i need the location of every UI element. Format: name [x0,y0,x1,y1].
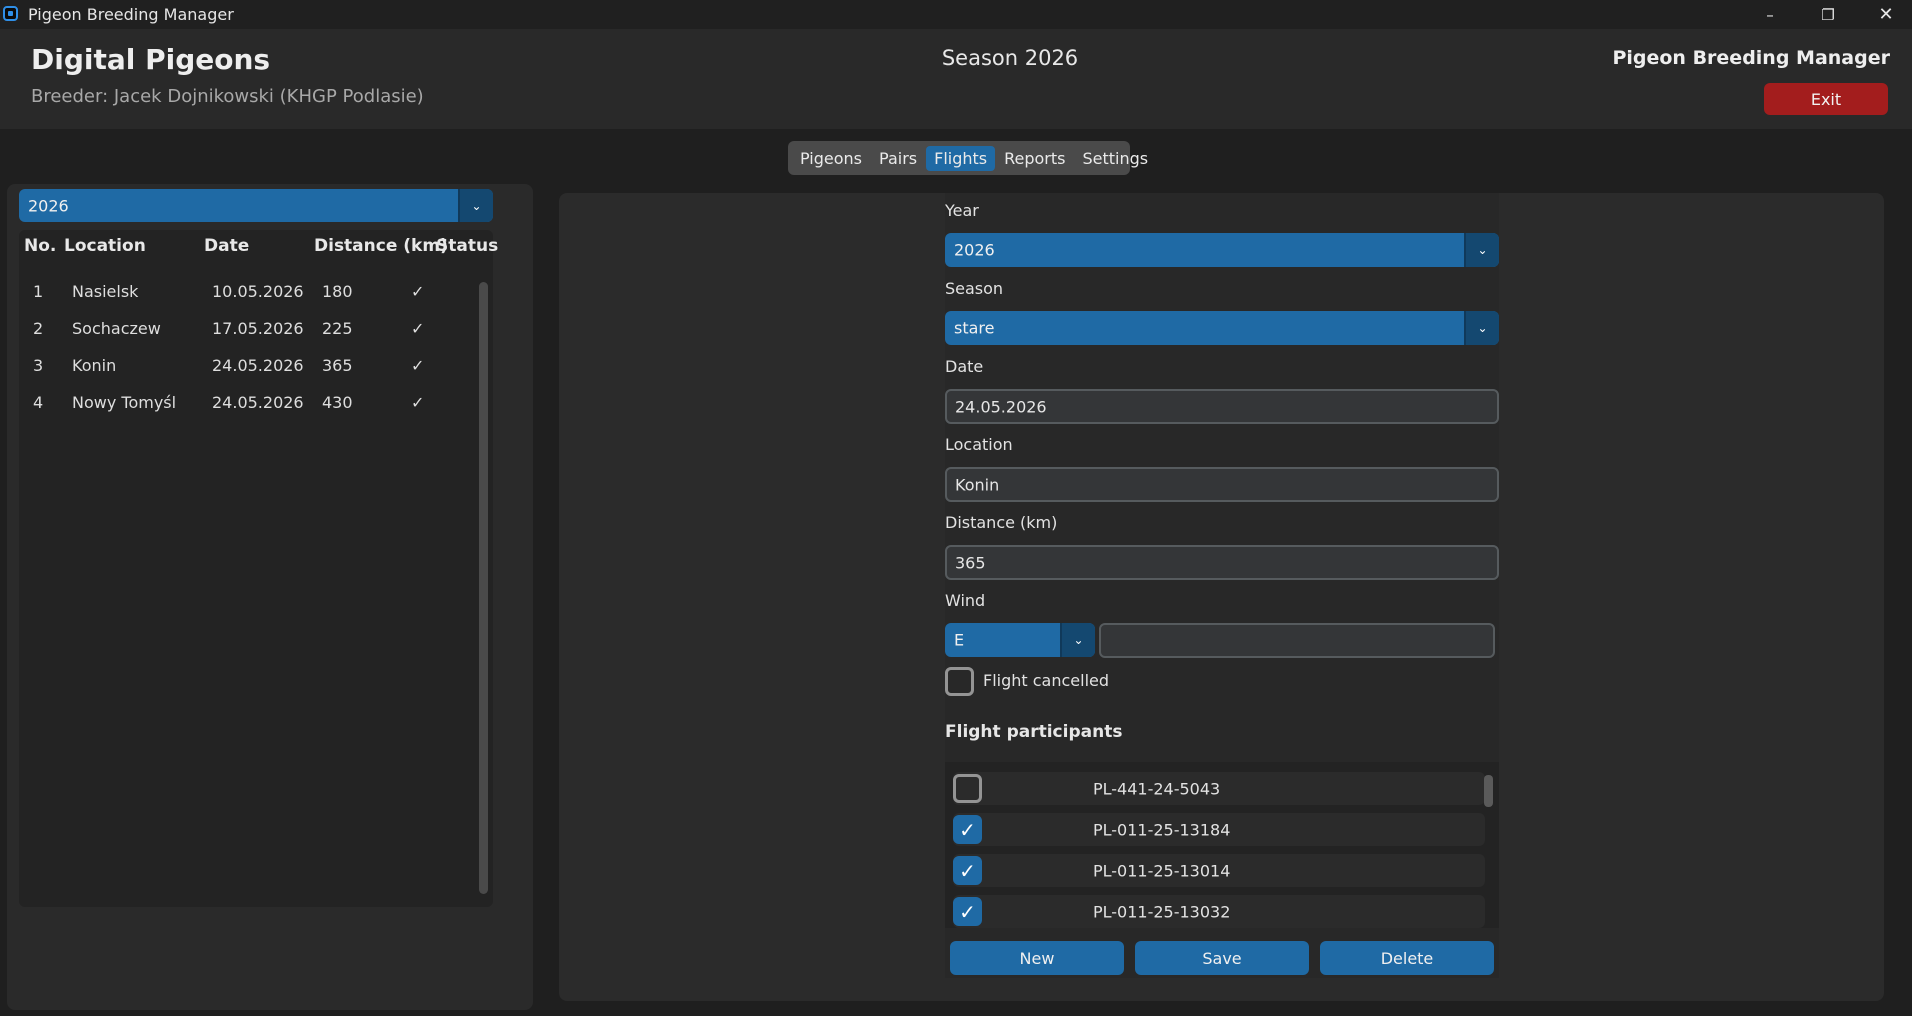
exit-button[interactable]: Exit [1764,83,1888,115]
cell-distance: 225 [322,319,353,338]
cell-date: 24.05.2026 [212,356,304,375]
column-header-no[interactable]: No. [24,236,56,256]
wind-value: E [954,630,965,650]
check-icon: ✓ [411,282,425,301]
check-icon: ✓ [959,899,976,924]
participant-ring: PL-441-24-5043 [1093,779,1221,798]
participant-ring: PL-011-25-13014 [1093,861,1231,880]
minimize-icon[interactable]: – [1742,0,1798,29]
list-item[interactable]: ✓ PL-011-25-13014 [953,854,1485,887]
new-button[interactable]: New [950,941,1124,975]
participant-ring: PL-011-25-13184 [1093,820,1231,839]
cell-location: Nowy Tomyśl [72,393,177,412]
chevron-down-icon[interactable]: ⌄ [1060,623,1095,657]
date-label: Date [945,357,984,376]
column-header-status[interactable]: Status [436,236,498,256]
chevron-down-icon[interactable]: ⌄ [1464,233,1499,267]
cell-no: 2 [33,319,44,338]
flight-cancelled-checkbox[interactable] [945,667,974,696]
brand-label: Pigeon Breeding Manager [1612,47,1890,69]
list-item[interactable]: PL-441-24-5043 [953,772,1485,805]
column-header-distance[interactable]: Distance (km) [314,236,448,256]
breeder-label: Breeder: Jacek Dojnikowski (KHGP Podlasi… [31,86,424,107]
participant-ring: PL-011-25-13032 [1093,902,1231,921]
year-filter-dropdown[interactable]: 2026 ⌄ [19,189,493,222]
restore-icon[interactable]: ❐ [1800,0,1856,29]
column-header-date[interactable]: Date [204,236,249,256]
check-icon: ✓ [411,393,425,412]
cell-location: Sochaczew [72,319,161,338]
app-header [0,29,1912,129]
check-icon: ✓ [411,356,425,375]
cell-date: 17.05.2026 [212,319,304,338]
location-label: Location [945,435,1013,454]
season-value: stare [954,318,995,338]
wind-direction-dropdown[interactable]: E ⌄ [945,623,1095,657]
title-bar [0,0,1912,29]
tab-pairs[interactable]: Pairs [871,146,925,171]
year-dropdown[interactable]: 2026 ⌄ [945,233,1499,267]
year-label: Year [945,201,979,220]
list-item[interactable]: ✓ PL-011-25-13032 [953,895,1485,928]
tab-reports[interactable]: Reports [996,146,1073,171]
close-icon[interactable]: ✕ [1858,0,1912,29]
cell-no: 3 [33,356,44,375]
column-header-location[interactable]: Location [64,236,146,256]
tab-flights[interactable]: Flights [926,145,996,171]
year-value: 2026 [954,240,995,260]
distance-value: 365 [955,553,986,572]
tab-pigeons[interactable]: Pigeons [792,146,870,171]
season-label: Season [945,279,1004,298]
cell-distance: 365 [322,356,353,375]
app-icon [3,6,18,21]
cell-no: 1 [33,282,44,301]
chevron-down-icon[interactable]: ⌄ [458,189,493,222]
flight-cancelled-label[interactable]: Flight cancelled [983,671,1109,690]
participants-scrollbar[interactable] [1484,775,1493,807]
date-value: 24.05.2026 [955,397,1047,416]
location-field[interactable]: Konin [945,467,1499,502]
participant-checkbox[interactable]: ✓ [953,897,982,926]
date-field[interactable]: 24.05.2026 [945,389,1499,424]
wind-extra-field[interactable] [1099,623,1495,658]
cell-date: 24.05.2026 [212,393,304,412]
table-row[interactable]: 4 Nowy Tomyśl 24.05.2026 430 ✓ [19,393,474,423]
window-title: Pigeon Breeding Manager [28,5,234,24]
cell-location: Konin [72,356,117,375]
chevron-down-icon[interactable]: ⌄ [1464,311,1499,345]
participants-title: Flight participants [945,722,1123,742]
check-icon: ✓ [959,817,976,842]
table-row[interactable]: 1 Nasielsk 10.05.2026 180 ✓ [19,282,474,312]
cell-distance: 180 [322,282,353,301]
delete-button[interactable]: Delete [1320,941,1494,975]
participant-checkbox[interactable]: ✓ [953,815,982,844]
list-item[interactable]: ✓ PL-011-25-13184 [953,813,1485,846]
participant-checkbox[interactable]: ✓ [953,856,982,885]
cell-date: 10.05.2026 [212,282,304,301]
table-row[interactable]: 2 Sochaczew 17.05.2026 225 ✓ [19,319,474,349]
cell-distance: 430 [322,393,353,412]
year-filter-value: 2026 [28,196,69,215]
participant-checkbox[interactable] [953,774,982,803]
check-icon: ✓ [959,858,976,883]
distance-label: Distance (km) [945,513,1058,532]
save-button[interactable]: Save [1135,941,1309,975]
table-scrollbar[interactable] [479,282,488,894]
tab-settings[interactable]: Settings [1074,146,1156,171]
wind-label: Wind [945,591,986,610]
tab-bar: Pigeons Pairs Flights Reports Settings [788,141,1148,175]
cell-no: 4 [33,393,44,412]
table-row[interactable]: 3 Konin 24.05.2026 365 ✓ [19,356,474,386]
distance-field[interactable]: 365 [945,545,1499,580]
participants-list: PL-441-24-5043 ✓ PL-011-25-13184 ✓ PL-01… [945,762,1499,928]
check-icon: ✓ [411,319,425,338]
location-value: Konin [955,475,1000,494]
season-dropdown[interactable]: stare ⌄ [945,311,1499,345]
cell-location: Nasielsk [72,282,139,301]
